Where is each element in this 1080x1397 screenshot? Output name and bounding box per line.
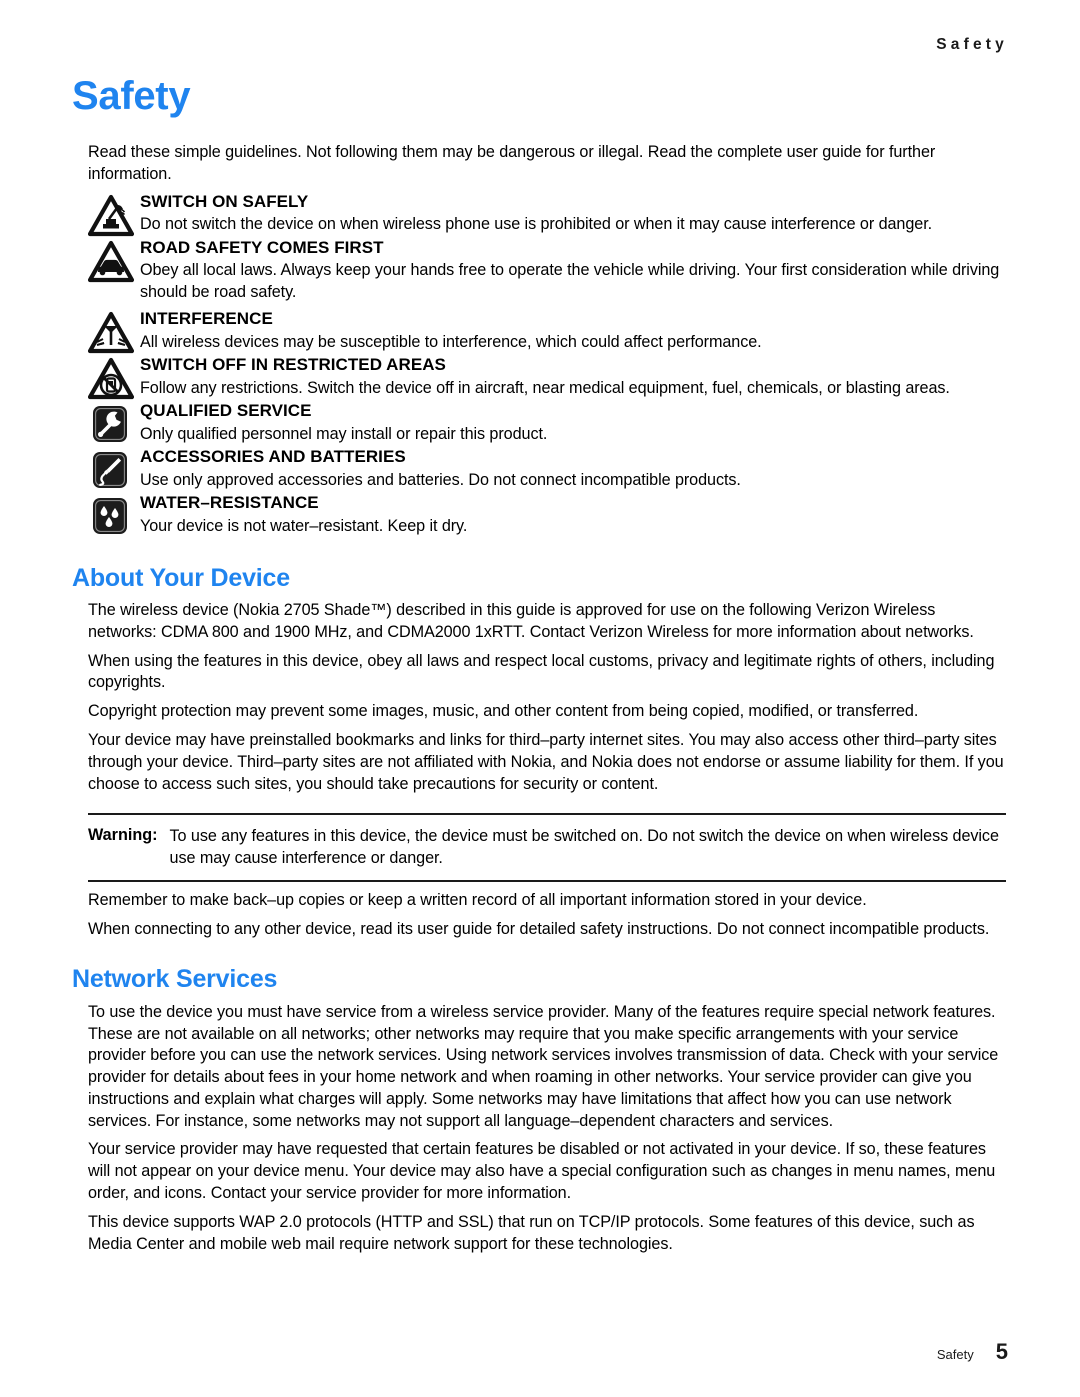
guideline-item: ROAD SAFETY COMES FIRST Obey all local l… bbox=[72, 238, 1008, 304]
about-paragraph: The wireless device (Nokia 2705 Shade™) … bbox=[88, 601, 974, 641]
guideline-item: QUALIFIED SERVICE Only qualified personn… bbox=[72, 401, 1008, 447]
guideline-heading: INTERFERENCE bbox=[140, 308, 273, 328]
guideline-text: Only qualified personnel may install or … bbox=[140, 424, 548, 443]
guideline-text: All wireless devices may be susceptible … bbox=[140, 332, 762, 351]
guideline-text: Use only approved accessories and batter… bbox=[140, 470, 741, 489]
network-services-paragraph: This device supports WAP 2.0 protocols (… bbox=[88, 1212, 975, 1253]
warning-rule-bottom bbox=[88, 879, 1006, 882]
guideline-item: WATER–RESISTANCE Your device is not wate… bbox=[72, 493, 1008, 539]
section-title-network-services: Network Services bbox=[72, 965, 278, 994]
safety-guidelines-list: SWITCH ON SAFELY Do not switch the devic… bbox=[72, 192, 1008, 539]
guideline-heading: SWITCH OFF IN RESTRICTED AREAS bbox=[140, 354, 446, 374]
guideline-item: SWITCH ON SAFELY Do not switch the devic… bbox=[72, 192, 1008, 238]
guideline-item: SWITCH OFF IN RESTRICTED AREAS Follow an… bbox=[72, 355, 1008, 401]
guideline-item: ACCESSORIES AND BATTERIES Use only appro… bbox=[72, 447, 1008, 493]
document-page: Safety Safety Read these simple guidelin… bbox=[0, 0, 1080, 1397]
qualified-service-wrench-icon bbox=[88, 403, 134, 447]
guideline-text: Your device is not water–resistant. Keep… bbox=[140, 516, 468, 535]
guideline-heading: SWITCH ON SAFELY bbox=[140, 191, 309, 211]
guideline-text: Follow any restrictions. Switch the devi… bbox=[140, 378, 950, 397]
guideline-heading: ACCESSORIES AND BATTERIES bbox=[140, 446, 406, 466]
page-content: Safety Read these simple guidelines. Not… bbox=[72, 76, 1008, 1262]
switch-off-restricted-triangle-icon bbox=[88, 357, 134, 401]
section-title-about-your-device: About Your Device bbox=[72, 563, 290, 592]
guideline-heading: ROAD SAFETY COMES FIRST bbox=[140, 237, 384, 257]
page-title: Safety bbox=[72, 74, 191, 118]
warning-callout: Warning: To use any features in this dev… bbox=[88, 813, 1006, 882]
network-services-paragraph: Your service provider may have requested… bbox=[88, 1140, 996, 1202]
accessories-batteries-connector-icon bbox=[88, 449, 134, 493]
about-paragraph: When using the features in this device, … bbox=[88, 651, 995, 692]
running-header: Safety bbox=[936, 36, 1008, 53]
guideline-text: Obey all local laws. Always keep your ha… bbox=[140, 261, 1000, 302]
switch-on-safely-triangle-icon bbox=[88, 194, 134, 238]
guideline-item: INTERFERENCE All wireless devices may be… bbox=[72, 309, 1008, 355]
guideline-heading: WATER–RESISTANCE bbox=[140, 492, 319, 512]
road-safety-car-triangle-icon bbox=[88, 240, 134, 284]
page-footer: Safety 5 bbox=[937, 1339, 1008, 1365]
about-paragraph: Remember to make back–up copies or keep … bbox=[88, 890, 867, 909]
warning-label: Warning: bbox=[88, 826, 158, 845]
warning-text: To use any features in this device, the … bbox=[169, 827, 999, 868]
interference-antenna-triangle-icon bbox=[88, 311, 134, 355]
footer-chapter-label: Safety bbox=[936, 1347, 974, 1362]
about-paragraph: When connecting to any other device, rea… bbox=[88, 919, 990, 938]
footer-page-number: 5 bbox=[995, 1339, 1008, 1364]
about-paragraph: Your device may have preinstalled bookma… bbox=[88, 731, 1004, 793]
water-resistance-droplets-icon bbox=[88, 495, 134, 539]
chapter-intro-paragraph: Read these simple guidelines. Not follow… bbox=[88, 143, 936, 183]
about-paragraph: Copyright protection may prevent some im… bbox=[88, 702, 919, 721]
network-services-paragraph: To use the device you must have service … bbox=[88, 1002, 999, 1130]
guideline-text: Do not switch the device on when wireles… bbox=[140, 215, 933, 234]
guideline-heading: QUALIFIED SERVICE bbox=[140, 400, 312, 420]
